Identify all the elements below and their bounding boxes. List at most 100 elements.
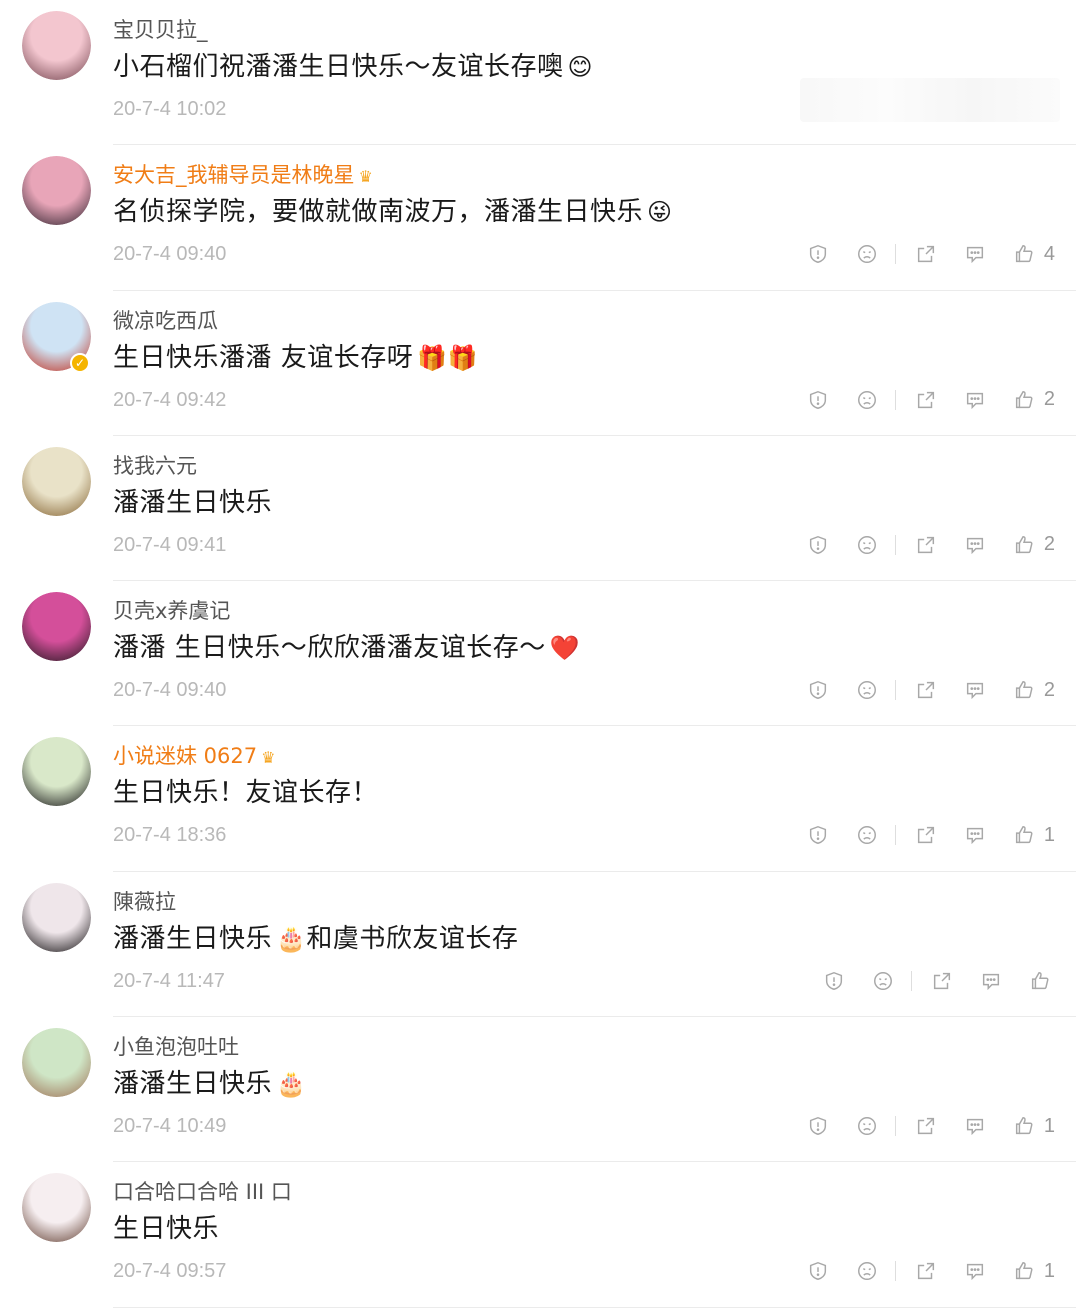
report-icon[interactable] <box>806 823 830 847</box>
share-icon[interactable] <box>914 678 938 702</box>
dislike-icon[interactable] <box>855 1259 879 1283</box>
username[interactable]: 小说迷妹 0627 ♛ <box>113 740 275 770</box>
share-icon[interactable] <box>914 1114 938 1138</box>
like-icon[interactable] <box>1012 1259 1036 1283</box>
like-icon[interactable] <box>1012 533 1036 557</box>
timestamp: 20-7-4 09:40 <box>113 243 227 266</box>
report-icon[interactable] <box>806 1114 830 1138</box>
timestamp: 20-7-4 11:47 <box>113 969 225 992</box>
reply-icon[interactable] <box>963 533 987 557</box>
emoji: ❤️ <box>549 634 581 663</box>
comment-item: 陳薇拉 潘潘生日快乐 🎂和虞书欣友谊长存 20-7-4 11:47 <box>0 872 1076 1018</box>
comment-text: 生日快乐 <box>113 1208 219 1245</box>
username[interactable]: 小鱼泡泡吐吐 <box>113 1031 239 1061</box>
dislike-icon[interactable] <box>855 1114 879 1138</box>
username-text[interactable]: 口合哈口合哈 III 口 <box>113 1180 292 1204</box>
comment-text: 潘潘 生日快乐～欣欣潘潘友谊长存～ ❤️ <box>113 627 580 664</box>
username[interactable]: 找我六元 <box>113 450 197 480</box>
report-icon[interactable] <box>806 678 830 702</box>
username-text[interactable]: 安大吉_我辅导员是林晚星 <box>113 163 355 187</box>
report-icon[interactable] <box>806 1259 830 1283</box>
like-icon[interactable] <box>1012 678 1036 702</box>
emoji: 😊 <box>567 53 594 81</box>
report-icon[interactable] <box>806 388 830 412</box>
avatar[interactable] <box>22 446 91 516</box>
comment-body-tail: 和虞书欣友谊长存 <box>306 923 519 954</box>
username-text[interactable]: 微凉吃西瓜 <box>113 309 218 333</box>
comment-body: 潘潘 生日快乐～欣欣潘潘友谊长存～ <box>113 633 546 664</box>
avatar[interactable] <box>22 737 91 807</box>
reply-icon[interactable] <box>979 969 1003 993</box>
comment-body: 名侦探学院，要做就做南波万，潘潘生日快乐 <box>113 197 644 228</box>
action-bar: 1 <box>806 1255 1055 1287</box>
timestamp: 20-7-4 10:49 <box>113 1115 227 1138</box>
reply-icon[interactable] <box>963 388 987 412</box>
emoji: 🎂 <box>276 924 307 953</box>
like-icon[interactable] <box>1012 823 1036 847</box>
action-bar: 2 <box>806 674 1055 706</box>
share-icon[interactable] <box>914 1259 938 1283</box>
dislike-icon[interactable] <box>855 678 879 702</box>
like-icon[interactable] <box>1012 242 1036 266</box>
emoji: 🎁🎁 <box>417 343 479 372</box>
like-count: 4 <box>1043 242 1055 265</box>
username-text[interactable]: 找我六元 <box>113 454 197 478</box>
avatar[interactable] <box>22 592 91 662</box>
username-text[interactable]: 宝贝贝拉_ <box>113 18 208 42</box>
username[interactable]: 贝壳x养虞记 <box>113 595 230 625</box>
username[interactable]: 安大吉_我辅导员是林晚星 ♛ <box>113 159 373 189</box>
comment-text: 潘潘生日快乐 <box>113 482 272 519</box>
crown-icon: ♛ <box>261 748 276 768</box>
username[interactable]: 口合哈口合哈 III 口 <box>113 1176 292 1206</box>
emoji: 🎂 <box>276 1070 307 1099</box>
like-icon[interactable] <box>1012 1114 1036 1138</box>
reply-icon[interactable] <box>963 823 987 847</box>
share-icon[interactable] <box>914 242 938 266</box>
dislike-icon[interactable] <box>871 969 895 993</box>
avatar[interactable] <box>22 882 91 952</box>
dislike-icon[interactable] <box>855 242 879 266</box>
share-icon[interactable] <box>914 388 938 412</box>
avatar[interactable] <box>22 11 91 80</box>
comment-text: 生日快乐潘潘 友谊长存呀 🎁🎁 <box>113 337 478 374</box>
reply-icon[interactable] <box>963 242 987 266</box>
username-text[interactable]: 贝壳x养虞记 <box>113 599 230 623</box>
username[interactable]: 宝贝贝拉_ <box>113 14 208 44</box>
like-count: 1 <box>1043 823 1055 846</box>
share-icon[interactable] <box>914 533 938 557</box>
comment-item: 宝贝贝拉_ 小石榴们祝潘潘生日快乐～友谊长存噢 😊 20-7-4 10:02 <box>0 0 1076 146</box>
report-icon[interactable] <box>822 969 846 993</box>
like-icon[interactable] <box>1012 388 1036 412</box>
username[interactable]: 陳薇拉 <box>113 886 176 916</box>
share-icon[interactable] <box>914 823 938 847</box>
avatar[interactable] <box>22 156 91 226</box>
reply-icon[interactable] <box>963 1114 987 1138</box>
timestamp: 20-7-4 10:02 <box>113 98 227 120</box>
dislike-icon[interactable] <box>855 823 879 847</box>
comment-item: 找我六元 潘潘生日快乐 20-7-4 09:41 2 <box>0 436 1076 582</box>
comment-item: 小鱼泡泡吐吐 潘潘生日快乐 🎂 20-7-4 10:49 1 <box>0 1017 1076 1163</box>
username-text[interactable]: 小鱼泡泡吐吐 <box>113 1035 239 1059</box>
action-bar <box>822 965 1052 997</box>
share-icon[interactable] <box>930 969 954 993</box>
like-icon[interactable] <box>1028 969 1052 993</box>
avatar[interactable] <box>22 1028 91 1098</box>
reply-icon[interactable] <box>963 1259 987 1283</box>
comment-body: 生日快乐 <box>113 1214 220 1245</box>
like-count: 2 <box>1043 533 1055 556</box>
dislike-icon[interactable] <box>855 388 879 412</box>
avatar[interactable] <box>22 1173 91 1243</box>
username-text[interactable]: 陳薇拉 <box>113 890 176 914</box>
dislike-icon[interactable] <box>855 533 879 557</box>
comment-feed: 宝贝贝拉_ 小石榴们祝潘潘生日快乐～友谊长存噢 😊 20-7-4 10:02 安大… <box>0 0 1076 1308</box>
like-count: 2 <box>1043 678 1055 701</box>
reply-icon[interactable] <box>963 678 987 702</box>
report-icon[interactable] <box>806 533 830 557</box>
comment-body: 潘潘生日快乐 <box>113 487 273 518</box>
verified-badge-icon: ✓ <box>70 352 90 373</box>
username-text[interactable]: 小说迷妹 0627 <box>113 744 257 768</box>
comment-text: 小石榴们祝潘潘生日快乐～友谊长存噢 😊 <box>113 46 593 83</box>
report-icon[interactable] <box>806 242 830 266</box>
username[interactable]: 微凉吃西瓜 <box>113 305 218 335</box>
comment-text: 生日快乐！友谊长存！ <box>113 772 378 809</box>
